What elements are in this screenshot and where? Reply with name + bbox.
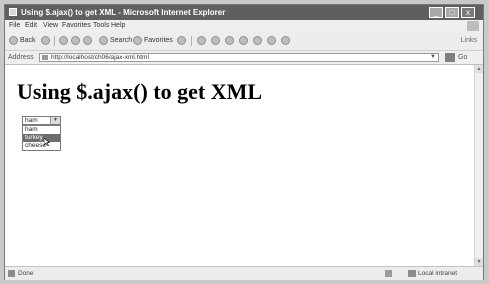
discuss-icon[interactable] [253,36,262,45]
toolbar-separator [191,36,192,46]
search-button[interactable]: Search [110,35,132,47]
status-bar: Done Local intranet [5,266,483,280]
favorites-button[interactable]: Favorites [144,35,173,47]
menu-help[interactable]: Help [111,20,125,32]
favorites-icon[interactable] [133,36,142,45]
windows-logo-icon [467,21,479,31]
option-turkey[interactable]: turkey [23,134,60,142]
zone-text: Local intranet [418,270,458,277]
address-label: Address [8,54,34,61]
scroll-up-icon[interactable]: ▲ [475,65,483,73]
food-select[interactable]: ham ▼ [22,116,61,125]
page-heading: Using $.ajax() to get XML [17,79,263,104]
status-text: Done [18,270,34,277]
messenger-icon[interactable] [267,36,276,45]
stop-icon[interactable] [59,36,68,45]
forward-icon[interactable] [41,36,50,45]
option-ham[interactable]: ham [23,126,60,134]
mail-icon[interactable] [211,36,220,45]
window-title: Using $.ajax() to get XML - Microsoft In… [21,8,226,17]
page-icon [8,270,15,277]
links-button[interactable]: Links [461,35,477,47]
intranet-zone-icon [408,270,416,277]
toolbar-separator [54,36,55,46]
option-cheese[interactable]: cheese [23,142,60,150]
go-arrow-icon[interactable] [445,53,455,62]
history-icon[interactable] [197,36,206,45]
address-bar: Address http://localhost/ch06/ajax-xml.h… [5,51,483,65]
select-options: ham turkey cheese [22,125,61,151]
research-icon[interactable] [281,36,290,45]
go-button[interactable]: Go [458,51,467,64]
menu-view[interactable]: View [43,20,58,32]
back-button[interactable]: Back [20,35,36,47]
chevron-down-icon[interactable]: ▼ [50,117,60,124]
select-value: ham [25,117,38,124]
edit-icon[interactable] [239,36,248,45]
mouse-cursor-icon [44,138,50,146]
menu-tools[interactable]: Tools [93,20,109,32]
menu-bar: File Edit View Favorites Tools Help [5,20,483,32]
menu-favorites[interactable]: Favorites [62,20,91,32]
page-icon [42,55,48,60]
browser-window: Using $.ajax() to get XML - Microsoft In… [4,4,484,280]
toolbar: Back Search Favorites Links [5,32,483,51]
ie-logo-icon [9,8,17,16]
page-content: Using $.ajax() to get XML ham ▼ ham turk… [5,65,483,266]
media-icon[interactable] [177,36,186,45]
minimize-button[interactable]: _ [429,7,443,18]
home-icon[interactable] [83,36,92,45]
menu-file[interactable]: File [9,20,20,32]
back-icon[interactable] [9,36,18,45]
security-icon [385,270,392,277]
vertical-scrollbar[interactable]: ▲ ▼ [474,65,483,266]
maximize-button[interactable]: □ [445,7,459,18]
address-url: http://localhost/ch06/ajax-xml.html [51,54,149,61]
search-icon[interactable] [99,36,108,45]
address-input[interactable]: http://localhost/ch06/ajax-xml.html ▼ [39,53,439,62]
menu-edit[interactable]: Edit [25,20,37,32]
title-bar: Using $.ajax() to get XML - Microsoft In… [5,5,483,20]
scroll-down-icon[interactable]: ▼ [475,258,483,266]
refresh-icon[interactable] [71,36,80,45]
print-icon[interactable] [225,36,234,45]
close-button[interactable]: x [461,7,475,18]
chevron-down-icon[interactable]: ▼ [429,54,437,61]
